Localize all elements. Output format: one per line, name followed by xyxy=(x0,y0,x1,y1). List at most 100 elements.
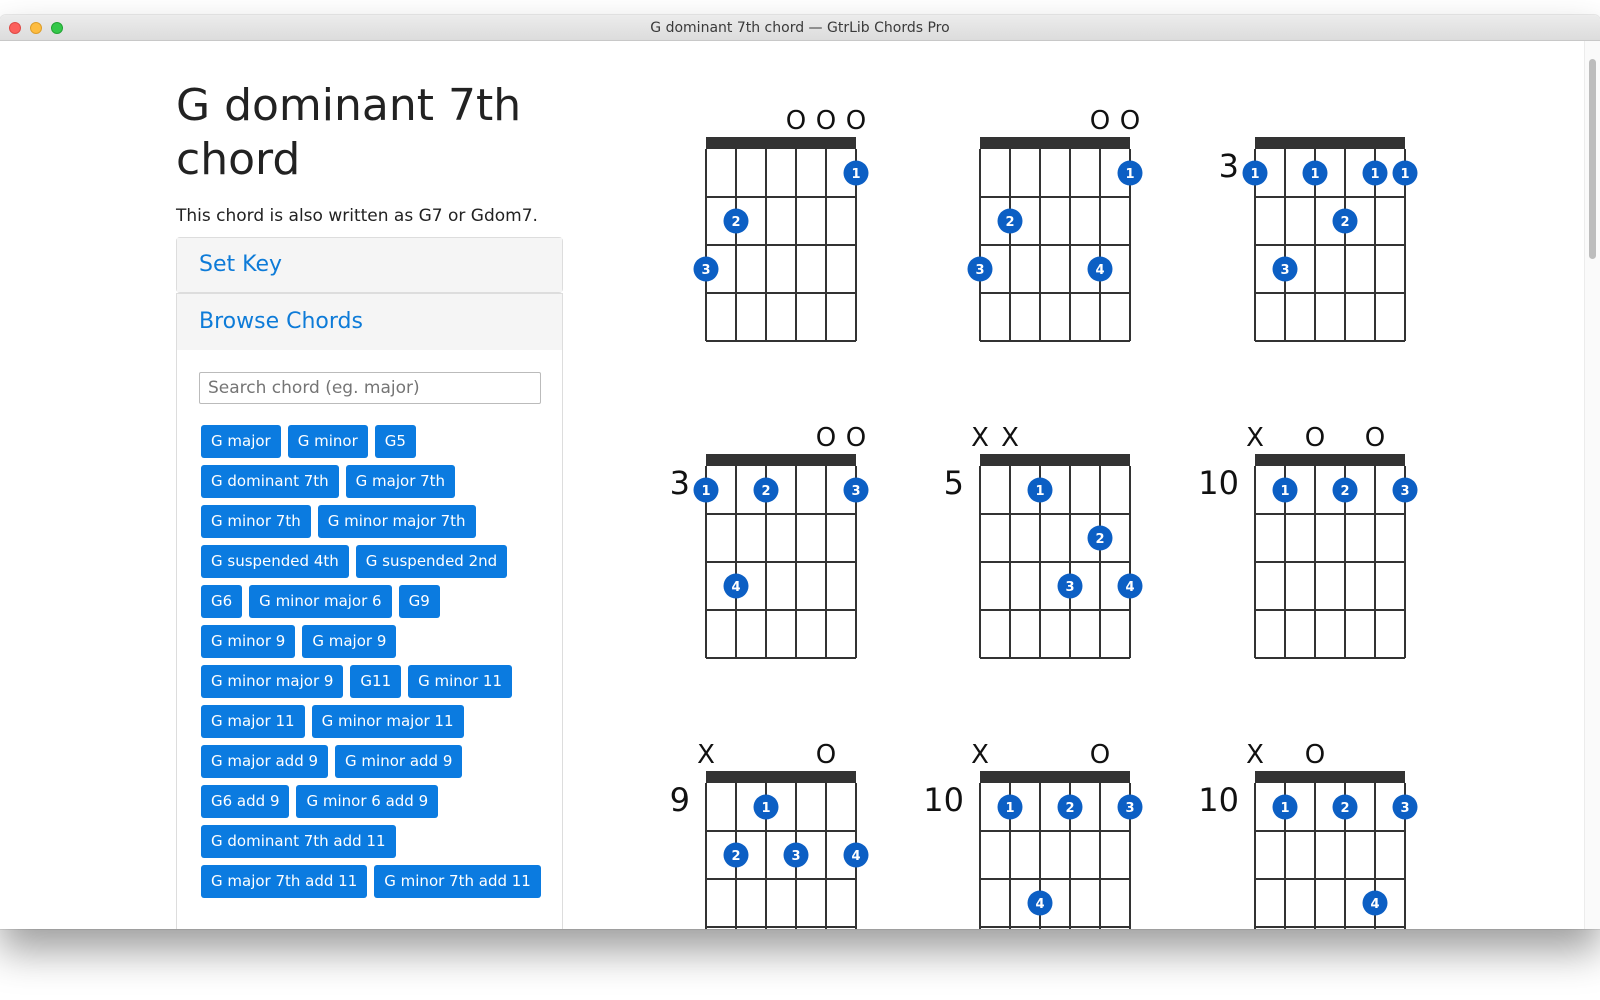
finger-number: 2 xyxy=(1095,532,1104,547)
open-string-marker: O xyxy=(1120,106,1140,136)
chord-button[interactable]: G major 11 xyxy=(201,705,305,738)
muted-string-marker: X xyxy=(697,740,715,770)
chord-button[interactable]: G5 xyxy=(374,425,416,458)
chord-diagram: X O O 10 1 2 3 xyxy=(1194,382,1418,682)
chord-button[interactable]: G dominant 7th add 11 xyxy=(201,825,396,858)
chord-button[interactable]: G6 add 9 xyxy=(201,785,290,818)
chord-button[interactable]: G minor 9 xyxy=(201,625,296,658)
nut-bar xyxy=(980,137,1130,149)
scrollbar-thumb[interactable] xyxy=(1589,59,1596,259)
finger-number: 3 xyxy=(1400,484,1409,499)
finger-number: 1 xyxy=(1250,167,1259,182)
chord-diagram: X O 10 1 4 2 3 xyxy=(919,699,1143,929)
muted-string-marker: X xyxy=(1246,740,1264,770)
finger-number: 4 xyxy=(851,849,860,864)
set-key-panel: Set Key xyxy=(176,237,563,293)
base-fret-number: 10 xyxy=(1198,464,1239,502)
chord-button[interactable]: G9 xyxy=(398,585,440,618)
chord-button[interactable]: G minor add 9 xyxy=(335,745,463,778)
chord-button[interactable]: G major xyxy=(201,425,281,458)
chord-button[interactable]: G minor 7th add 11 xyxy=(374,865,541,898)
finger-number: 1 xyxy=(1310,167,1319,182)
chord-button[interactable]: G suspended 2nd xyxy=(355,545,508,578)
browse-chords-panel: Browse Chords G majorG minorG5 G dominant… xyxy=(176,293,563,929)
nut-bar xyxy=(1255,771,1405,783)
chord-button[interactable]: G6 xyxy=(201,585,243,618)
finger-number: 1 xyxy=(701,484,710,499)
finger-number: 4 xyxy=(731,580,740,595)
chord-search-input[interactable] xyxy=(199,372,541,404)
base-fret-number: 5 xyxy=(944,464,964,502)
finger-number: 1 xyxy=(1005,801,1014,816)
open-string-marker: O xyxy=(846,106,866,136)
chord-diagram-svg: X O 10 1 4 2 3 xyxy=(923,740,1143,929)
chord-alias-text: This chord is also written as G7 or Gdom… xyxy=(176,206,538,226)
chord-diagram-svg: X X5 1324 xyxy=(944,423,1143,659)
finger-number: 1 xyxy=(851,167,860,182)
chord-diagram-grid: O O O 3 2 1 O O 3 2 4 1 3 1 3 1 2 1 1 O O 3 1 4 2 3 X X 5 1 3 2 4 X O O 10 1 2… xyxy=(600,65,1418,929)
finger-number: 1 xyxy=(1125,167,1134,182)
finger-number: 2 xyxy=(731,849,740,864)
chord-diagram: 3131211 xyxy=(1194,65,1418,365)
browse-chords-link[interactable]: Browse Chords xyxy=(177,294,562,351)
finger-number: 1 xyxy=(1370,167,1379,182)
chord-button[interactable]: G dominant 7th xyxy=(201,465,339,498)
finger-number: 2 xyxy=(1340,484,1349,499)
open-string-marker: O xyxy=(816,740,836,770)
finger-number: 1 xyxy=(1035,484,1044,499)
open-string-marker: O xyxy=(786,106,806,136)
chord-button[interactable]: G major 9 xyxy=(302,625,397,658)
nut-bar xyxy=(980,454,1130,466)
base-fret-number: 10 xyxy=(1198,781,1239,819)
open-string-marker: O xyxy=(1090,106,1110,136)
base-fret-number: 10 xyxy=(923,781,964,819)
chord-diagram: X O 9 2 1 3 4 xyxy=(645,699,869,929)
set-key-link[interactable]: Set Key xyxy=(177,238,562,292)
chord-diagram-svg: O O 3 2 4 1 xyxy=(967,106,1143,342)
nut-bar xyxy=(706,137,856,149)
chord-diagram-svg: X O O 10 1 2 3 xyxy=(1198,423,1418,659)
vertical-scrollbar[interactable] xyxy=(1584,41,1600,929)
chord-diagram-svg: O O O321 xyxy=(693,106,869,342)
finger-number: 2 xyxy=(1340,801,1349,816)
nut-bar xyxy=(706,454,856,466)
finger-number: 3 xyxy=(701,263,710,278)
page-content: G dominant 7th chord This chord is also … xyxy=(0,41,1584,929)
chord-button[interactable]: G major 7th add 11 xyxy=(201,865,368,898)
page-title: G dominant 7th chord xyxy=(176,80,522,185)
finger-number: 3 xyxy=(975,263,984,278)
chord-button[interactable]: G minor 11 xyxy=(408,665,513,698)
muted-string-marker: X xyxy=(1246,423,1264,453)
finger-number: 3 xyxy=(1065,580,1074,595)
chord-button[interactable]: G minor 6 add 9 xyxy=(296,785,439,818)
window-title: G dominant 7th chord — GtrLib Chords Pro xyxy=(650,20,950,36)
chord-button[interactable]: G minor major 7th xyxy=(317,505,476,538)
app-window: G dominant 7th chord — GtrLib Chords Pro… xyxy=(0,15,1600,929)
muted-string-marker: X xyxy=(971,740,989,770)
open-string-marker: O xyxy=(816,423,836,453)
chord-button-list: G major G minor G5 G dominant 7th G major 7t… xyxy=(201,425,541,898)
base-fret-number: 9 xyxy=(670,781,690,819)
chord-button[interactable]: G minor major 11 xyxy=(311,705,464,738)
chord-button[interactable]: G minor major 9 xyxy=(201,665,344,698)
chord-diagram-svg: O O3 142 3 xyxy=(670,423,869,659)
finger-number: 3 xyxy=(1280,263,1289,278)
chord-diagram-svg: 3 13121 1 xyxy=(1219,137,1418,342)
finger-number: 2 xyxy=(1065,801,1074,816)
finger-number: 2 xyxy=(1340,215,1349,230)
chord-button[interactable]: G minor major 6 xyxy=(249,585,392,618)
finger-number: 2 xyxy=(731,215,740,230)
chord-button[interactable]: G minor xyxy=(287,425,368,458)
base-fret-number: 3 xyxy=(1219,147,1239,185)
chord-button[interactable]: G suspended 4th xyxy=(201,545,349,578)
finger-number: 1 xyxy=(1280,484,1289,499)
chord-button[interactable]: G major 7th xyxy=(345,465,456,498)
finger-number: 1 xyxy=(761,801,770,816)
chord-button[interactable]: G major add 9 xyxy=(201,745,329,778)
chord-button[interactable]: G minor 7th xyxy=(201,505,311,538)
finger-number: 4 xyxy=(1095,263,1104,278)
chord-button[interactable]: G11 xyxy=(350,665,402,698)
chord-diagram: OO 3 2 4 1 xyxy=(919,65,1143,365)
finger-number: 1 xyxy=(1400,167,1409,182)
chord-diagram-svg: X O 9 2 1 3 4 xyxy=(670,740,869,929)
